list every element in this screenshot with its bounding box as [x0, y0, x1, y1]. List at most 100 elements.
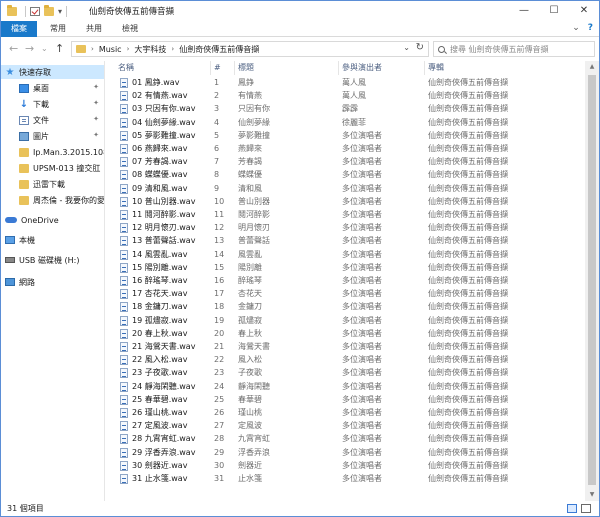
pin-icon[interactable]: ✦	[93, 115, 99, 123]
sidebar-item-usb-drive[interactable]: USB 磁碟機 (H:)	[1, 253, 104, 267]
table-row[interactable]: 01 鳳錚.wav 1 鳳錚 萬人風 仙劍奇俠傳五前傳音擷	[106, 76, 584, 89]
help-icon[interactable]: ?	[588, 23, 593, 33]
maximize-button[interactable]: ☐	[539, 1, 569, 21]
sidebar-item-folder[interactable]: 迅雷下載	[1, 177, 104, 191]
column-divider[interactable]	[338, 61, 339, 75]
file-name: 29 浮香弄浪.wav	[132, 447, 196, 457]
table-row[interactable]: 06 燕歸來.wav 6 燕歸來 多位演唱者 仙劍奇俠傳五前傳音擷	[106, 142, 584, 155]
breadcrumb-chevron[interactable]: ›	[171, 45, 174, 53]
address-bar[interactable]: › Music › 大宇科技 › 仙劍奇俠傳五前傳音擷 ⌄ ↻	[71, 41, 429, 57]
up-arrow-icon[interactable]: ↑	[55, 42, 64, 55]
table-row[interactable]: 19 孤燼寂.wav 19 孤燼寂 多位演唱者 仙劍奇俠傳五前傳音擷	[106, 314, 584, 327]
table-row[interactable]: 30 劍器近.wav 30 劍器近 多位演唱者 仙劍奇俠傳五前傳音擷	[106, 459, 584, 472]
column-header-number[interactable]: #	[214, 61, 236, 75]
table-row[interactable]: 20 春上秋.wav 20 春上秋 多位演唱者 仙劍奇俠傳五前傳音擷	[106, 327, 584, 340]
new-folder-icon[interactable]	[44, 4, 54, 16]
column-header-artist[interactable]: 參與演出者	[342, 61, 424, 75]
pin-icon[interactable]: ✦	[93, 83, 99, 91]
breadcrumb-music[interactable]: Music	[99, 45, 122, 54]
column-divider[interactable]	[234, 61, 235, 75]
table-row[interactable]: 08 蝶蝶優.wav 8 蝶蝶優 多位演唱者 仙劍奇俠傳五前傳音擷	[106, 168, 584, 181]
table-row[interactable]: 05 夢影難撞.wav 5 夢影難撞 多位演唱者 仙劍奇俠傳五前傳音擷	[106, 129, 584, 142]
table-row[interactable]: 15 陽別離.wav 15 陽別離 多位演唱者 仙劍奇俠傳五前傳音擷	[106, 261, 584, 274]
table-row[interactable]: 09 清和風.wav 9 清和風 多位演唱者 仙劍奇俠傳五前傳音擷	[106, 182, 584, 195]
table-row[interactable]: 18 金鏞刀.wav 18 金鏞刀 多位演唱者 仙劍奇俠傳五前傳音擷	[106, 300, 584, 313]
table-row[interactable]: 12 明月懷刃.wav 12 明月懷刃 多位演唱者 仙劍奇俠傳五前傳音擷	[106, 221, 584, 234]
vertical-scrollbar[interactable]: ▲ ▼	[585, 61, 599, 501]
column-header-album[interactable]: 專輯	[428, 61, 578, 75]
sidebar-item-desktop[interactable]: 桌面 ✦	[1, 81, 104, 95]
tab-share[interactable]: 共用	[77, 21, 111, 37]
back-arrow-icon[interactable]: ←	[9, 42, 18, 55]
table-row[interactable]: 17 杏花天.wav 17 杏花天 多位演唱者 仙劍奇俠傳五前傳音擷	[106, 287, 584, 300]
scroll-thumb[interactable]	[588, 75, 596, 485]
table-row[interactable]: 22 風入松.wav 22 風入松 多位演唱者 仙劍奇俠傳五前傳音擷	[106, 353, 584, 366]
large-icons-view-icon[interactable]	[581, 504, 591, 513]
tab-file[interactable]: 檔案	[1, 21, 37, 37]
table-row[interactable]: 29 浮香弄浪.wav 29 浮香弄浪 多位演唱者 仙劍奇俠傳五前傳音擷	[106, 446, 584, 459]
sidebar-item-folder[interactable]: Ip.Man.3.2015.108	[1, 145, 104, 159]
sidebar-item-folder[interactable]: UPSM-013 撞交肛	[1, 161, 104, 175]
column-divider[interactable]	[424, 61, 425, 75]
forward-arrow-icon[interactable]: →	[25, 42, 34, 55]
file-name: 27 定風波.wav	[132, 421, 188, 431]
close-button[interactable]: ✕	[569, 1, 599, 21]
table-row[interactable]: 13 普蕾聲話.wav 13 普蕾聲話 多位演唱者 仙劍奇俠傳五前傳音擷	[106, 234, 584, 247]
tab-home[interactable]: 常用	[41, 21, 75, 37]
customize-toolbar-icon[interactable]: ▾	[58, 7, 62, 16]
table-row[interactable]: 21 海鶯天書.wav 21 海鶯天書 多位演唱者 仙劍奇俠傳五前傳音擷	[106, 340, 584, 353]
ribbon-expand-icon[interactable]: ⌄	[572, 23, 580, 33]
tab-view[interactable]: 檢視	[113, 21, 147, 37]
sidebar-item-downloads[interactable]: ↓ 下載 ✦	[1, 97, 104, 111]
recent-locations-icon[interactable]: ⌄	[41, 44, 48, 53]
pin-icon[interactable]: ✦	[93, 99, 99, 107]
track-album: 仙劍奇俠傳五前傳音擷	[428, 157, 508, 167]
scroll-up-arrow-icon[interactable]: ▲	[585, 61, 599, 73]
table-row[interactable]: 16 醉瑤琴.wav 16 醉瑤琴 多位演唱者 仙劍奇俠傳五前傳音擷	[106, 274, 584, 287]
track-title: 有情燕	[238, 91, 262, 101]
breadcrumb-chevron[interactable]: ›	[127, 45, 130, 53]
table-row[interactable]: 23 子夜歌.wav 23 子夜歌 多位演唱者 仙劍奇俠傳五前傳音擷	[106, 366, 584, 379]
table-row[interactable]: 26 瑾山桃.wav 26 瑾山桃 多位演唱者 仙劍奇俠傳五前傳音擷	[106, 406, 584, 419]
title-bar[interactable]: ▾ 仙劍奇俠傳五前傳音擷 — ☐ ✕	[1, 1, 599, 21]
table-row[interactable]: 28 九霄宵虹.wav 28 九霄宵虹 多位演唱者 仙劍奇俠傳五前傳音擷	[106, 432, 584, 445]
sidebar-item-pictures[interactable]: 圖片 ✦	[1, 129, 104, 143]
sidebar-item-folder[interactable]: 周杰倫 - 我要你的愛	[1, 193, 104, 207]
breadcrumb-publisher[interactable]: 大宇科技	[134, 44, 166, 55]
properties-icon[interactable]	[30, 6, 40, 16]
table-row[interactable]: 24 靜海閑聽.wav 24 靜海閑聽 多位演唱者 仙劍奇俠傳五前傳音擷	[106, 380, 584, 393]
track-title: 杏花天	[238, 289, 262, 299]
track-title: 春華碧	[238, 394, 262, 404]
scroll-down-arrow-icon[interactable]: ▼	[585, 489, 599, 501]
table-row[interactable]: 14 風雲亂.wav 14 風雲亂 多位演唱者 仙劍奇俠傳五前傳音擷	[106, 248, 584, 261]
table-row[interactable]: 07 芳春謁.wav 7 芳春謁 多位演唱者 仙劍奇俠傳五前傳音擷	[106, 155, 584, 168]
table-row[interactable]: 10 普山別器.wav 10 普山別器 多位演唱者 仙劍奇俠傳五前傳音擷	[106, 195, 584, 208]
audio-file-icon	[120, 117, 128, 128]
sidebar-item-network[interactable]: 網路	[1, 275, 104, 289]
table-row[interactable]: 11 鬩河醉影.wav 11 鬩河醉影 多位演唱者 仙劍奇俠傳五前傳音擷	[106, 208, 584, 221]
table-row[interactable]: 04 仙劍夢緣.wav 4 仙劍夢緣 徐麗菲 仙劍奇俠傳五前傳音擷	[106, 116, 584, 129]
table-row[interactable]: 25 春華碧.wav 25 春華碧 多位演唱者 仙劍奇俠傳五前傳音擷	[106, 393, 584, 406]
address-dropdown-icon[interactable]: ⌄	[403, 43, 410, 52]
minimize-button[interactable]: —	[509, 1, 539, 21]
sidebar-item-quick-access[interactable]: ★ 快速存取	[1, 65, 104, 79]
details-view-icon[interactable]	[567, 504, 577, 513]
breadcrumb-chevron[interactable]: ›	[91, 45, 94, 53]
table-row[interactable]: 02 有情燕.wav 2 有情燕 萬人風 仙劍奇俠傳五前傳音擷	[106, 89, 584, 102]
table-row[interactable]: 27 定風波.wav 27 定風波 多位演唱者 仙劍奇俠傳五前傳音擷	[106, 419, 584, 432]
refresh-icon[interactable]: ↻	[416, 42, 424, 53]
track-album: 仙劍奇俠傳五前傳音擷	[428, 249, 508, 259]
sidebar-item-onedrive[interactable]: OneDrive	[1, 213, 104, 227]
sidebar-item-this-pc[interactable]: 本機	[1, 233, 104, 247]
column-header-name[interactable]: 名稱	[118, 61, 212, 75]
table-row[interactable]: 03 只因有你.wav 3 只因有你 霹霹 仙劍奇俠傳五前傳音擷	[106, 102, 584, 115]
column-divider[interactable]	[210, 61, 211, 75]
column-header-title[interactable]: 標題	[238, 61, 338, 75]
sidebar-item-documents[interactable]: 文件 ✦	[1, 113, 104, 127]
search-box[interactable]: 搜尋 仙劍奇俠傳五前傳音擷	[433, 41, 595, 57]
track-artist: 多位演唱者	[342, 368, 382, 378]
table-row[interactable]: 31 止水箋.wav 31 止水箋 多位演唱者 仙劍奇俠傳五前傳音擷	[106, 472, 584, 485]
pin-icon[interactable]: ✦	[93, 131, 99, 139]
track-number: 18	[214, 302, 225, 312]
breadcrumb-current-folder[interactable]: 仙劍奇俠傳五前傳音擷	[179, 44, 259, 55]
